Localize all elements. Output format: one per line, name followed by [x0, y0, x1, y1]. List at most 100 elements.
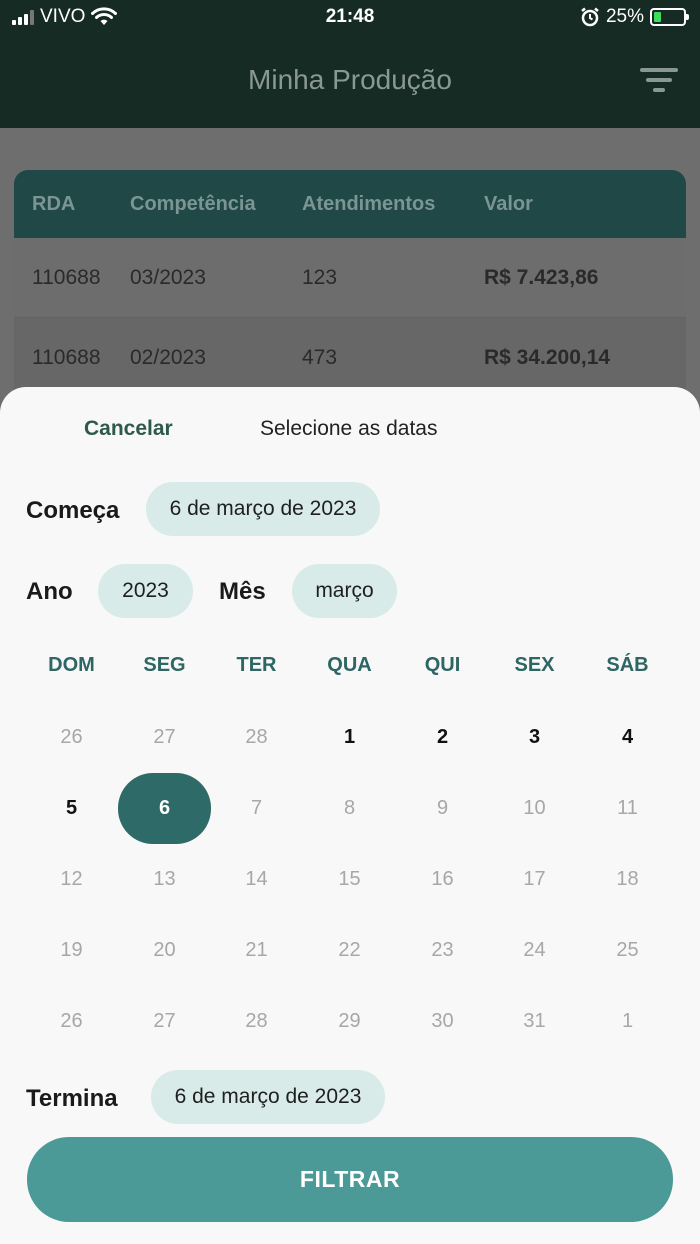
calendar-day[interactable]: 27 [118, 702, 211, 773]
month-selector[interactable]: março [292, 564, 397, 618]
weekday-label: DOM [48, 654, 95, 676]
calendar-day[interactable]: 8 [303, 773, 396, 844]
calendar-day[interactable]: 26 [25, 702, 118, 773]
status-bar: VIVO 21:48 25% [0, 0, 700, 36]
start-date-field[interactable]: 6 de março de 2023 [146, 482, 380, 536]
calendar-day[interactable]: 2 [396, 702, 489, 773]
start-date-label: Começa [26, 497, 120, 524]
cell-rda: 110688 [32, 265, 101, 289]
filter-button[interactable]: FILTRAR [27, 1137, 673, 1222]
calendar-day-number: 17 [523, 868, 546, 890]
calendar-day-number: 10 [523, 797, 546, 819]
end-date-label: Termina [26, 1085, 118, 1112]
header-valor: Valor [484, 192, 533, 215]
calendar-day-number: 14 [245, 868, 268, 890]
year-label: Ano [26, 578, 73, 605]
calendar-day-selected[interactable]: 6 [118, 773, 211, 844]
cell-competencia: 02/2023 [130, 345, 206, 369]
status-right: 25% [580, 6, 689, 28]
cell-valor: R$ 34.200,14 [484, 345, 611, 369]
calendar-day[interactable]: 21 [210, 915, 303, 986]
calendar-day[interactable]: 28 [210, 986, 303, 1057]
calendar-day[interactable]: 17 [488, 844, 581, 915]
calendar-day-number: 16 [431, 868, 454, 890]
weekday-header: DOM SEG TER QUA QUI SEX SÁB [0, 654, 700, 684]
calendar-day[interactable]: 29 [303, 986, 396, 1057]
header-competencia: Competência [130, 192, 256, 215]
cancel-button[interactable]: Cancelar [84, 417, 173, 441]
header-atendimentos: Atendimentos [302, 192, 436, 215]
calendar-day-number: 24 [523, 939, 546, 961]
calendar-day[interactable]: 16 [396, 844, 489, 915]
production-table: RDA Competência Atendimentos Valor 11068… [14, 170, 686, 398]
calendar-day-number: 21 [245, 939, 268, 961]
calendar-day-number: 11 [617, 797, 638, 819]
table-row[interactable]: 110688 03/2023 123 R$ 7.423,86 [14, 238, 686, 318]
calendar-day-number: 13 [153, 868, 176, 890]
battery-level-fill [654, 12, 661, 22]
weekday-label: SEX [514, 654, 555, 676]
table-header: RDA Competência Atendimentos Valor [14, 170, 686, 238]
calendar-day-number: 9 [436, 797, 449, 819]
calendar-day[interactable]: 15 [303, 844, 396, 915]
end-date-field[interactable]: 6 de março de 2023 [151, 1070, 385, 1124]
calendar-day-number: 1 [343, 726, 356, 748]
calendar-day-number: 23 [431, 939, 454, 961]
calendar-day[interactable]: 9 [396, 773, 489, 844]
calendar-day-number: 15 [338, 868, 361, 890]
calendar-day-number: 5 [65, 797, 78, 819]
calendar-day[interactable]: 1 [581, 986, 674, 1057]
calendar-day-number: 30 [431, 1010, 454, 1032]
table-row[interactable]: 110688 02/2023 473 R$ 34.200,14 [14, 318, 686, 398]
month-label: Mês [219, 578, 266, 605]
date-picker-sheet: Cancelar Selecione as datas Começa 6 de … [0, 387, 700, 1244]
header-rda: RDA [32, 192, 76, 215]
calendar-day-number: 6 [158, 797, 171, 819]
calendar-day[interactable]: 4 [581, 702, 674, 773]
calendar-day-number: 4 [621, 726, 634, 748]
year-selector[interactable]: 2023 [98, 564, 193, 618]
calendar-day[interactable]: 31 [488, 986, 581, 1057]
calendar-day-number: 22 [338, 939, 361, 961]
calendar-day[interactable]: 7 [210, 773, 303, 844]
calendar-day[interactable]: 11 [581, 773, 674, 844]
calendar-day[interactable]: 28 [210, 702, 303, 773]
calendar-day[interactable]: 13 [118, 844, 211, 915]
calendar-day[interactable]: 24 [488, 915, 581, 986]
calendar-day-number: 26 [60, 1010, 83, 1032]
calendar-day[interactable]: 1 [303, 702, 396, 773]
calendar-day[interactable]: 22 [303, 915, 396, 986]
calendar-day[interactable]: 3 [488, 702, 581, 773]
app-header: Minha Produção [0, 36, 700, 128]
calendar-day[interactable]: 19 [25, 915, 118, 986]
calendar-day-number: 29 [338, 1010, 361, 1032]
calendar-day[interactable]: 23 [396, 915, 489, 986]
calendar-day-number: 18 [616, 868, 639, 890]
filter-icon[interactable] [640, 68, 678, 96]
calendar-day[interactable]: 12 [25, 844, 118, 915]
calendar-day[interactable]: 27 [118, 986, 211, 1057]
calendar-day[interactable]: 30 [396, 986, 489, 1057]
calendar-day-number: 7 [250, 797, 263, 819]
calendar-day-number: 28 [245, 726, 268, 748]
cell-atendimentos: 123 [302, 265, 338, 289]
calendar-day[interactable]: 25 [581, 915, 674, 986]
battery-percent: 25% [605, 6, 644, 27]
weekday-label: SEG [143, 654, 186, 676]
calendar-day-number: 8 [343, 797, 356, 819]
calendar-day[interactable]: 10 [488, 773, 581, 844]
calendar-day-number: 25 [616, 939, 639, 961]
weekday-label: QUA [327, 654, 372, 676]
calendar-day-number: 20 [153, 939, 176, 961]
calendar-day[interactable]: 20 [118, 915, 211, 986]
page-title: Minha Produção [248, 64, 452, 95]
cell-rda: 110688 [32, 345, 101, 369]
calendar-day[interactable]: 14 [210, 844, 303, 915]
calendar-day-number: 2 [436, 726, 449, 748]
calendar-day[interactable]: 5 [25, 773, 118, 844]
calendar-day[interactable]: 18 [581, 844, 674, 915]
cell-competencia: 03/2023 [130, 265, 206, 289]
calendar-day-number: 27 [153, 1010, 176, 1032]
calendar-day[interactable]: 26 [25, 986, 118, 1057]
calendar-day-number: 28 [245, 1010, 268, 1032]
